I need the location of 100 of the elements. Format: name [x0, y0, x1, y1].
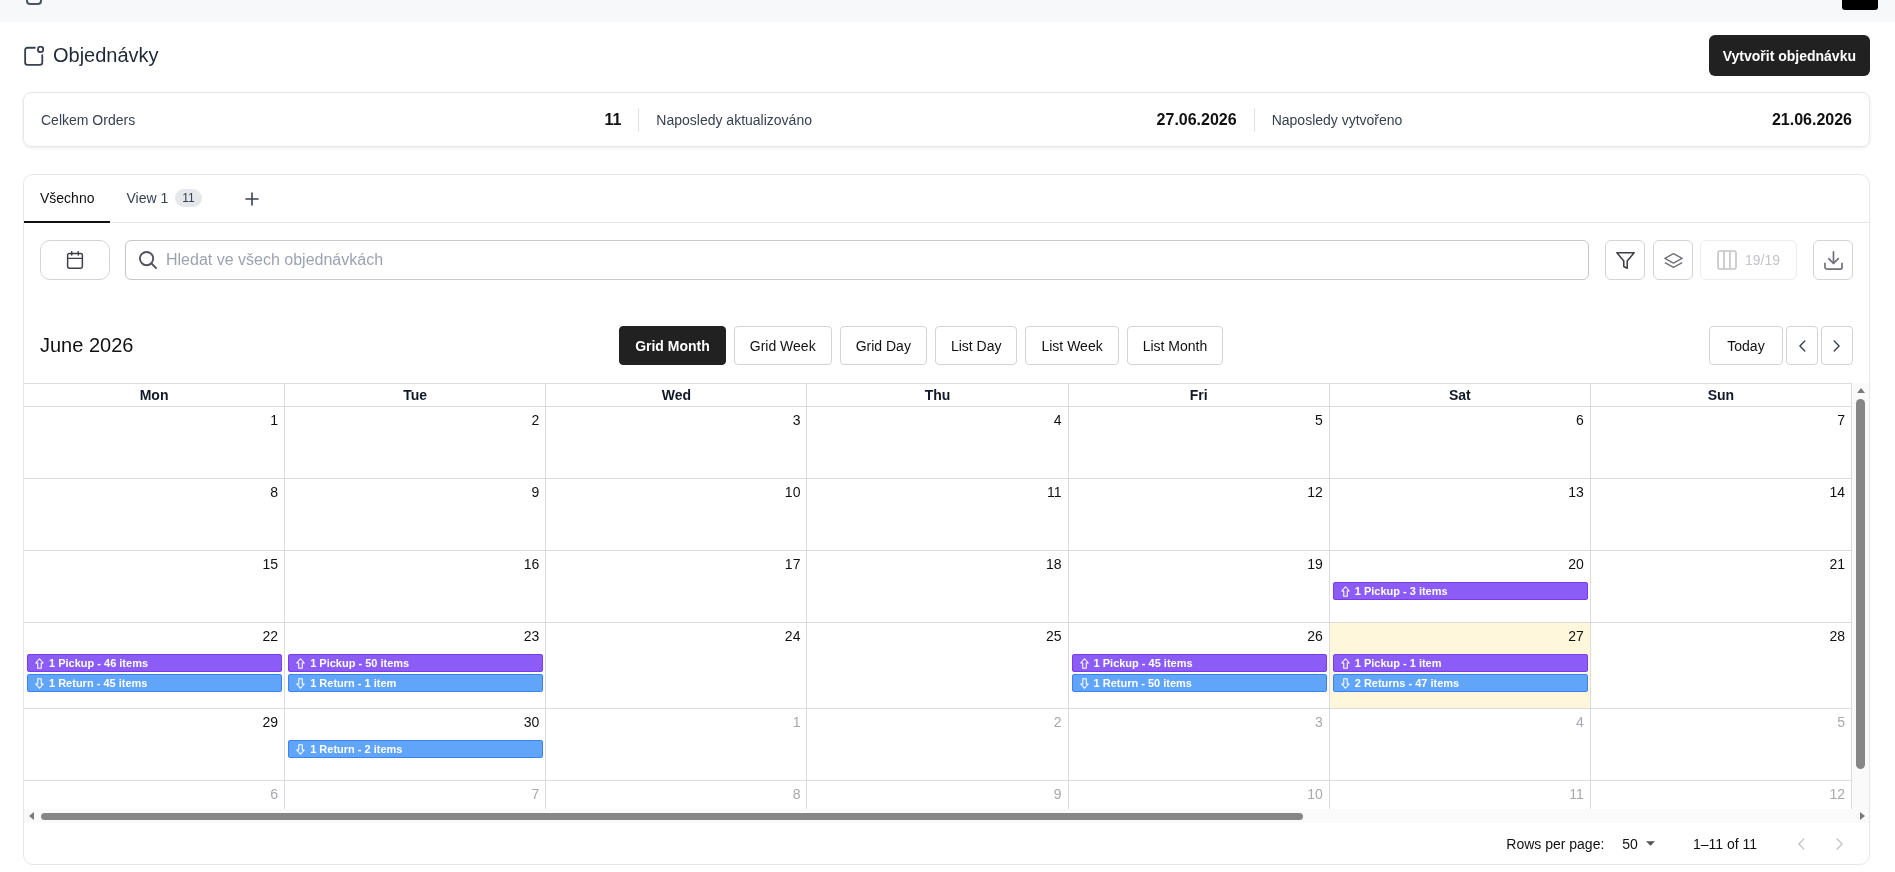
calendar-event[interactable]: 1 Pickup - 45 items: [1071, 654, 1327, 672]
day-number: 17: [784, 556, 801, 572]
day-number: 27: [1568, 628, 1584, 644]
arrow-up-icon: [296, 657, 306, 669]
page-title: Objednávky: [53, 44, 159, 67]
stat-value: 27.06.2026: [1156, 110, 1237, 129]
calendar-event[interactable]: 1 Pickup - 50 items: [288, 654, 544, 672]
day-number: 3: [792, 412, 801, 428]
columns-icon: [1716, 250, 1737, 270]
view-button[interactable]: List Day: [934, 326, 1018, 365]
day-number: 9: [1053, 786, 1062, 802]
day-number: 24: [784, 628, 801, 644]
day-number: 18: [1046, 556, 1062, 572]
count-badge: 11: [175, 189, 202, 207]
day-number: 1: [792, 714, 801, 730]
arrow-down-icon: [296, 677, 306, 689]
tab[interactable]: View 1 11: [110, 175, 218, 223]
view-button[interactable]: Grid Month: [619, 326, 726, 365]
scrollbar-thumb[interactable]: [41, 812, 1303, 820]
weekday-header: Thu: [807, 383, 1069, 407]
layers-icon: [1663, 250, 1683, 270]
caret-down-icon: [1645, 841, 1655, 846]
square-with-dot-icon: [24, 45, 44, 66]
search-field[interactable]: Hledat ve všech objednávkách: [125, 240, 1589, 280]
arrow-up-icon: [1079, 657, 1089, 669]
day-number: 11: [1047, 484, 1062, 500]
day-number: 4: [1053, 412, 1062, 428]
stat-label: Naposledy vytvořeno: [1271, 111, 1403, 128]
scroll-up-icon[interactable]: [1856, 388, 1865, 393]
day-number: 6: [270, 786, 279, 802]
day-number: 26: [1307, 628, 1323, 644]
day-number: 10: [1307, 786, 1323, 802]
day-number: 11: [1569, 786, 1584, 802]
day-number: 30: [523, 714, 540, 730]
day-number: 4: [1576, 714, 1584, 730]
weekday-header: Sat: [1329, 383, 1591, 407]
stat-value: 21.06.2026: [1771, 110, 1852, 129]
day-number: 14: [1829, 484, 1845, 500]
day-number: 29: [262, 714, 279, 730]
filter-icon: [1615, 250, 1635, 270]
day-number: 21: [1829, 556, 1845, 572]
day-number: 15: [262, 556, 279, 572]
view-button[interactable]: Grid Day: [839, 326, 927, 365]
arrow-down-icon: [35, 677, 44, 689]
day-number: 2: [531, 412, 540, 428]
stat-label: Naposledy aktualizováno: [656, 111, 812, 128]
vertical-scrollbar[interactable]: [1852, 383, 1869, 809]
day-number: 28: [1829, 628, 1845, 644]
stat-label: Celkem Orders: [41, 111, 136, 128]
day-number: 12: [1829, 786, 1845, 802]
filter-button[interactable]: [1605, 240, 1645, 280]
search-icon: [139, 251, 157, 269]
weekday-header: Sun: [1590, 383, 1852, 407]
scrollbar-thumb[interactable]: [1856, 399, 1865, 769]
weekday-header: Fri: [1068, 383, 1330, 407]
arrow-down-icon: [296, 743, 306, 755]
arrow-up-icon: [1340, 585, 1350, 597]
arrow-down-icon: [1340, 677, 1350, 689]
day-number: 9: [531, 484, 540, 500]
arrow-up-icon: [35, 657, 44, 669]
calendar-event[interactable]: 1 Pickup - 1 item: [1332, 654, 1588, 672]
page-range: 1–11 of 11: [1692, 835, 1757, 852]
view-button[interactable]: List Week: [1025, 326, 1119, 365]
day-number: 22: [262, 628, 279, 644]
layers-button[interactable]: [1653, 240, 1693, 280]
calendar-event[interactable]: 1 Pickup - 46 items: [27, 654, 283, 672]
tab[interactable]: Všechno: [24, 175, 111, 223]
weekday-header: Wed: [546, 383, 808, 407]
plus-icon: [244, 191, 259, 206]
rows-per-page-select[interactable]: 50: [1618, 835, 1659, 852]
day-number: 12: [1307, 484, 1323, 500]
day-number: 25: [1046, 628, 1062, 644]
calendar-icon: [66, 251, 84, 269]
create-order-button[interactable]: Vytvořit objednávku: [1708, 35, 1870, 76]
day-number: 10: [784, 484, 801, 500]
day-number: 6: [1576, 412, 1584, 428]
day-number: 2: [1053, 714, 1062, 730]
scroll-right-icon[interactable]: [1860, 812, 1865, 820]
day-number: 7: [531, 786, 540, 802]
view-button[interactable]: Grid Week: [733, 326, 832, 365]
today-button[interactable]: Today: [1709, 326, 1783, 365]
calendar-event[interactable]: 1 Pickup - 3 items: [1332, 582, 1588, 600]
day-number: 8: [270, 484, 279, 500]
date-picker-button[interactable]: [40, 240, 110, 280]
day-number: 7: [1837, 412, 1845, 428]
download-icon: [1823, 250, 1843, 270]
weekday-header: Tue: [285, 383, 547, 407]
scroll-left-icon[interactable]: [29, 812, 34, 820]
download-button[interactable]: [1813, 240, 1853, 280]
day-number: 3: [1314, 714, 1323, 730]
horizontal-scrollbar[interactable]: [24, 809, 1869, 823]
day-number: 1: [270, 412, 279, 428]
arrow-down-icon: [1079, 677, 1089, 689]
view-button[interactable]: List Month: [1126, 326, 1224, 365]
rows-per-page-label: Rows per page:: [1506, 835, 1605, 852]
day-number: 13: [1568, 484, 1584, 500]
day-number: 23: [523, 628, 540, 644]
day-number: 8: [792, 786, 801, 802]
app-icon[interactable]: [26, 0, 42, 5]
day-number: 5: [1314, 412, 1323, 428]
